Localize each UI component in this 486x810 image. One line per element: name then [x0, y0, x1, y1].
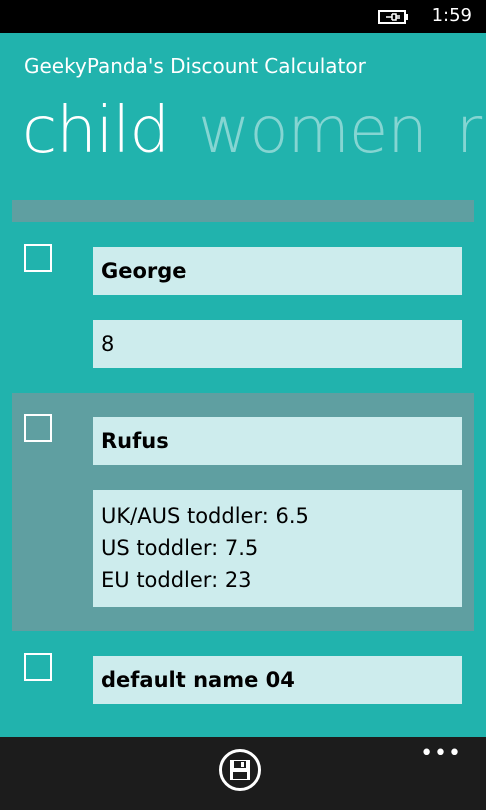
pivot-header-child[interactable]: child	[22, 92, 170, 170]
app-bar: •••	[0, 737, 486, 810]
more-options-button[interactable]: •••	[420, 743, 462, 765]
item-detail-line: UK/AUS toddler: 6.5	[101, 504, 309, 528]
item-detail-line: 8	[101, 332, 115, 356]
item-name-field[interactable]: default name 04	[93, 656, 462, 704]
item-details-field[interactable]: UK/AUS toddler: 6.5 US toddler: 7.5 EU t…	[93, 490, 462, 607]
item-detail-line: EU toddler: 23	[101, 568, 252, 592]
item-name-field[interactable]: George	[93, 247, 462, 295]
list-item-partial[interactable]	[12, 200, 474, 222]
item-detail-line: US toddler: 7.5	[101, 536, 259, 560]
app-title: GeekyPanda's Discount Calculator	[24, 54, 366, 78]
item-checkbox[interactable]	[24, 653, 52, 681]
pivot-header-women[interactable]: women	[198, 92, 428, 170]
pivot-headers: child women r	[22, 92, 486, 170]
item-checkbox[interactable]	[24, 414, 52, 442]
item-details-field[interactable]: 8	[93, 320, 462, 368]
list-item[interactable]: George 8	[12, 232, 474, 382]
list-item-selected[interactable]: Rufus UK/AUS toddler: 6.5 US toddler: 7.…	[12, 393, 474, 631]
item-checkbox[interactable]	[24, 244, 52, 272]
item-name-field[interactable]: Rufus	[93, 417, 462, 465]
list-item[interactable]: default name 04	[12, 640, 474, 737]
status-bar: 1:59	[0, 0, 486, 33]
save-button[interactable]	[219, 749, 261, 791]
battery-charging-icon	[378, 9, 410, 25]
pivot-header-next[interactable]: r	[456, 92, 482, 170]
status-time: 1:59	[431, 5, 472, 26]
